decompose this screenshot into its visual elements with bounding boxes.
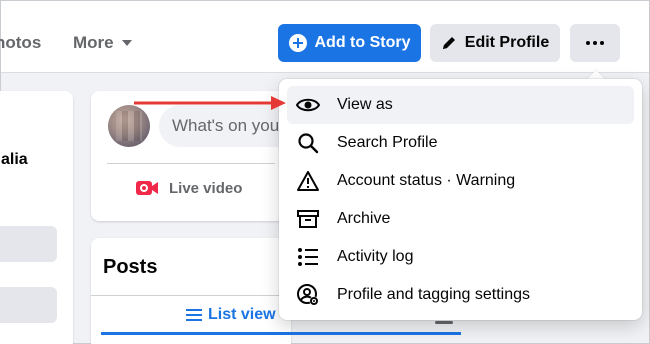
divider [91, 295, 291, 296]
search-icon [295, 130, 321, 156]
ellipsis-icon [586, 41, 604, 45]
edit-profile-button[interactable]: Edit Profile [430, 24, 560, 62]
list-view-tab[interactable]: List view [186, 306, 276, 324]
menu-item-label: Search Profile [337, 134, 438, 151]
menu-item-profile-tagging-settings[interactable]: Profile and tagging settings [287, 276, 634, 314]
profile-options-menu: View as Search Profile Account status · … [279, 79, 642, 320]
pencil-icon [442, 37, 455, 49]
posts-card: Posts List view [91, 238, 461, 344]
tab-more-label: More [73, 33, 114, 52]
menu-item-activity-log[interactable]: Activity log [287, 238, 634, 276]
posts-title: Posts [103, 256, 158, 278]
more-options-button[interactable] [570, 24, 620, 62]
post-composer: What's on you Live video [91, 91, 299, 221]
plus-circle-icon [288, 34, 307, 52]
active-tab-indicator [101, 332, 461, 335]
archive-icon [295, 206, 321, 232]
grid-view-tab[interactable] [435, 321, 453, 324]
edit-profile-label: Edit Profile [464, 34, 550, 51]
profile-settings-icon [295, 282, 321, 308]
menu-item-label: View as [337, 96, 393, 113]
intro-button-2[interactable] [0, 287, 57, 323]
menu-item-search-profile[interactable]: Search Profile [287, 124, 634, 162]
list-icon [295, 244, 321, 270]
menu-item-label: Activity log [337, 248, 414, 265]
list-icon [186, 309, 202, 321]
warning-icon [295, 168, 321, 194]
live-video-button[interactable]: Live video [135, 179, 242, 197]
menu-item-view-as[interactable]: View as [287, 86, 634, 124]
eye-icon [295, 92, 321, 118]
divider [107, 163, 275, 164]
live-video-icon [136, 181, 158, 195]
avatar[interactable] [108, 105, 150, 147]
caret-down-icon [121, 40, 132, 46]
composer-input[interactable]: What's on you [159, 105, 299, 147]
intro-text: alia [1, 151, 28, 168]
live-video-label: Live video [169, 179, 243, 197]
menu-item-label: Profile and tagging settings [337, 286, 531, 303]
list-view-label: List view [208, 306, 276, 323]
menu-item-account-status[interactable]: Account status · Warning [287, 162, 634, 200]
intro-button-1[interactable] [0, 226, 57, 262]
tab-photos[interactable]: hotos [0, 33, 41, 53]
menu-item-label: Archive [337, 210, 391, 227]
tab-more[interactable]: More [73, 33, 132, 53]
profile-nav-bar: hotos More Add to Story Edit Profile [0, 1, 649, 73]
menu-item-archive[interactable]: Archive [287, 200, 634, 238]
add-to-story-label: Add to Story [314, 34, 411, 51]
add-to-story-button[interactable]: Add to Story [278, 24, 421, 62]
intro-card: alia [0, 91, 73, 344]
menu-item-label: Account status · Warning [337, 172, 516, 189]
